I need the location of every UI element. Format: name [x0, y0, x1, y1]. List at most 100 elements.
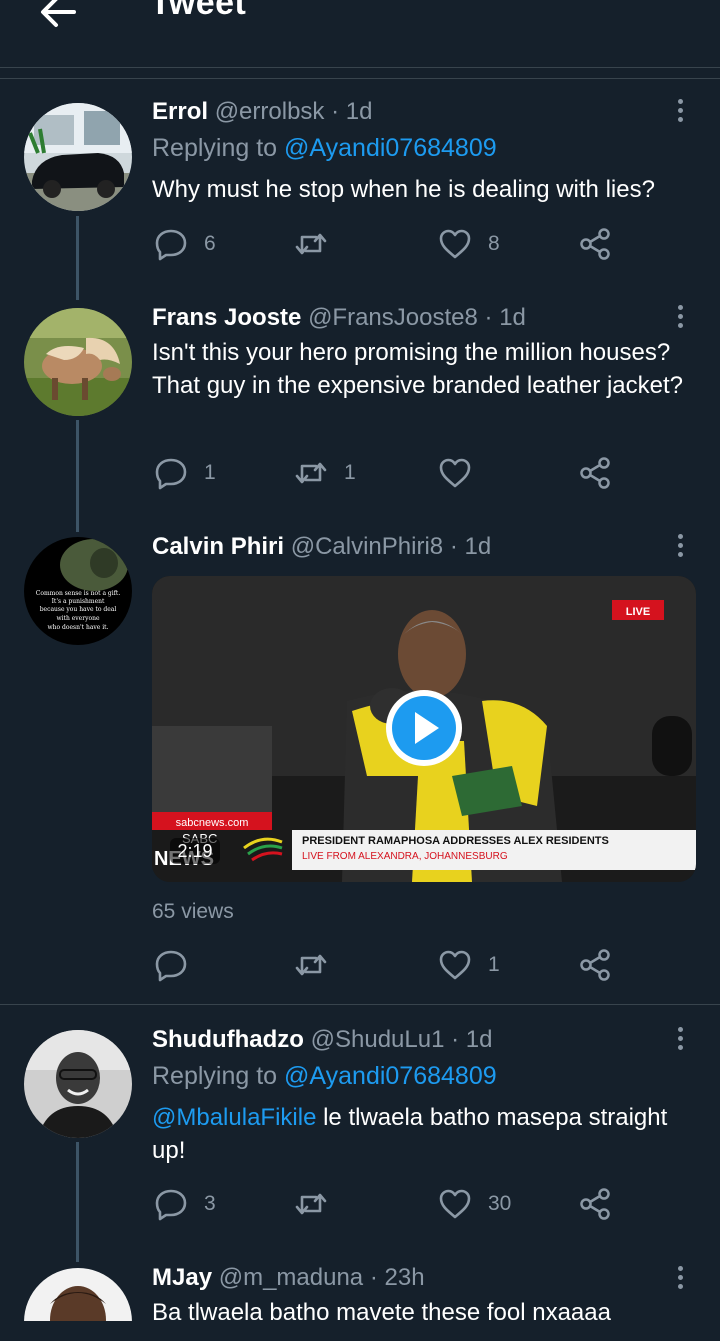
video-site: sabcnews.com — [176, 817, 249, 829]
timestamp[interactable]: 1d — [466, 1026, 493, 1053]
avatar-quote-1: Common sense is not a gift. — [36, 590, 121, 597]
reply-count: 6 — [204, 232, 216, 255]
more-icon[interactable] — [672, 531, 688, 561]
author-name[interactable]: MJay — [152, 1264, 212, 1291]
reply-count: 1 — [204, 461, 216, 484]
replying-to: Replying to @Ayandi07684809 — [152, 134, 497, 162]
retweet-icon — [295, 233, 327, 255]
share-button[interactable] — [578, 1184, 612, 1224]
action-bar: 3 30 — [152, 1184, 622, 1224]
author-handle[interactable]: @m_maduna — [219, 1264, 363, 1291]
share-button[interactable] — [578, 224, 612, 264]
avatar-quote-5: who doesn't have it. — [48, 624, 109, 631]
avatar[interactable] — [24, 1030, 132, 1138]
more-icon[interactable] — [672, 96, 688, 126]
share-button[interactable] — [578, 945, 612, 985]
retweet-button[interactable] — [294, 1184, 344, 1224]
author-name[interactable]: Shudufhadzo — [152, 1026, 304, 1053]
replying-to: Replying to @Ayandi07684809 — [152, 1062, 497, 1090]
reply-count: 3 — [204, 1192, 216, 1215]
video-thumbnail: LIVE sabcnews.com SABC NEWS PRESIDENT RA… — [152, 576, 696, 882]
reply-icon — [155, 229, 187, 261]
replying-to-link[interactable]: @Ayandi07684809 — [284, 1062, 497, 1090]
avatar-quote-3: because you have to deal — [40, 606, 117, 613]
like-button[interactable] — [438, 453, 488, 493]
reply-button[interactable] — [154, 945, 204, 985]
retweet-icon — [295, 1193, 327, 1215]
tweet-header: Shudufhadzo @ShuduLu1 · 1d — [152, 1026, 493, 1053]
author-handle[interactable]: @CalvinPhiri8 — [291, 533, 443, 560]
retweet-icon — [295, 954, 327, 976]
tweet-text: Why must he stop when he is dealing with… — [152, 176, 655, 203]
retweet-icon — [295, 462, 327, 484]
author-name[interactable]: Calvin Phiri — [152, 533, 284, 560]
reply-button[interactable]: 3 — [154, 1184, 216, 1224]
share-icon — [580, 457, 610, 489]
thread-line — [76, 420, 79, 532]
tweet-text: @MbalulaFikile le tlwaela batho masepa s… — [152, 1104, 668, 1164]
author-handle[interactable]: @FransJooste8 — [308, 304, 478, 331]
top-bar: Tweet — [0, 0, 720, 68]
like-count: 30 — [488, 1192, 512, 1215]
divider — [0, 78, 720, 79]
action-bar: 1 1 — [152, 453, 622, 493]
tweet-text: Isn't this your hero promising the milli… — [152, 339, 684, 399]
replying-to-link[interactable]: @Ayandi07684809 — [284, 134, 497, 162]
mention-link[interactable]: @MbalulaFikile — [152, 1104, 316, 1131]
thread-line — [76, 216, 79, 300]
like-button[interactable]: 1 — [438, 945, 500, 985]
author-name[interactable]: Frans Jooste — [152, 304, 301, 331]
action-bar: 6 8 — [152, 224, 622, 264]
timestamp[interactable]: 1d — [346, 98, 373, 125]
avatar[interactable] — [24, 308, 132, 416]
avatar-quote-2: It's a punishment — [52, 598, 105, 605]
reply-icon — [155, 1189, 187, 1221]
share-icon — [580, 949, 610, 981]
author-name[interactable]: Errol — [152, 98, 208, 125]
author-handle[interactable]: @errolbsk — [215, 98, 325, 125]
retweet-button[interactable]: 1 — [294, 453, 356, 493]
like-button[interactable]: 8 — [438, 224, 500, 264]
tweet-header: Errol @errolbsk · 1d — [152, 98, 373, 125]
author-handle[interactable]: @ShuduLu1 — [311, 1026, 445, 1053]
reply-button[interactable]: 6 — [154, 224, 216, 264]
action-bar: 1 — [152, 945, 622, 985]
video-duration: 2:19 — [177, 841, 212, 861]
reply-icon — [155, 950, 187, 982]
video-player[interactable]: LIVE sabcnews.com SABC NEWS PRESIDENT RA… — [152, 576, 696, 882]
share-button[interactable] — [578, 453, 612, 493]
avatar[interactable]: Common sense is not a gift. It's a punis… — [24, 537, 132, 645]
avatar[interactable] — [24, 103, 132, 211]
view-count: 65 views — [152, 900, 234, 923]
back-arrow-icon[interactable] — [38, 0, 78, 30]
divider — [0, 1004, 720, 1005]
avatar-quote-4: with everyone — [56, 615, 99, 622]
retweet-button[interactable] — [294, 224, 344, 264]
reply-icon — [155, 458, 187, 490]
lower-third-subtitle: LIVE FROM ALEXANDRA, JOHANNESBURG — [302, 851, 508, 862]
retweet-button[interactable] — [294, 945, 344, 985]
like-icon — [439, 950, 471, 980]
like-icon — [439, 229, 471, 259]
page-title: Tweet — [150, 0, 247, 22]
reply-button[interactable]: 1 — [154, 453, 216, 493]
like-icon — [439, 1189, 471, 1219]
lower-third-title: PRESIDENT RAMAPHOSA ADDRESSES ALEX RESID… — [302, 835, 609, 847]
timestamp[interactable]: 23h — [385, 1264, 425, 1291]
timestamp[interactable]: 1d — [499, 304, 526, 331]
more-icon[interactable] — [672, 1024, 688, 1054]
share-icon — [580, 1188, 610, 1220]
thread-line — [76, 1142, 79, 1262]
tweet-header: Frans Jooste @FransJooste8 · 1d — [152, 304, 526, 331]
like-count: 8 — [488, 232, 500, 255]
tweet-header: MJay @m_maduna · 23h — [152, 1264, 425, 1291]
retweet-count: 1 — [344, 461, 356, 484]
more-icon[interactable] — [672, 302, 688, 332]
timestamp[interactable]: 1d — [464, 533, 491, 560]
like-icon — [439, 458, 471, 488]
like-button[interactable]: 30 — [438, 1184, 511, 1224]
bottom-edge — [0, 1321, 720, 1341]
live-badge: LIVE — [626, 606, 650, 618]
more-icon[interactable] — [672, 1263, 688, 1293]
play-icon[interactable] — [386, 690, 462, 766]
